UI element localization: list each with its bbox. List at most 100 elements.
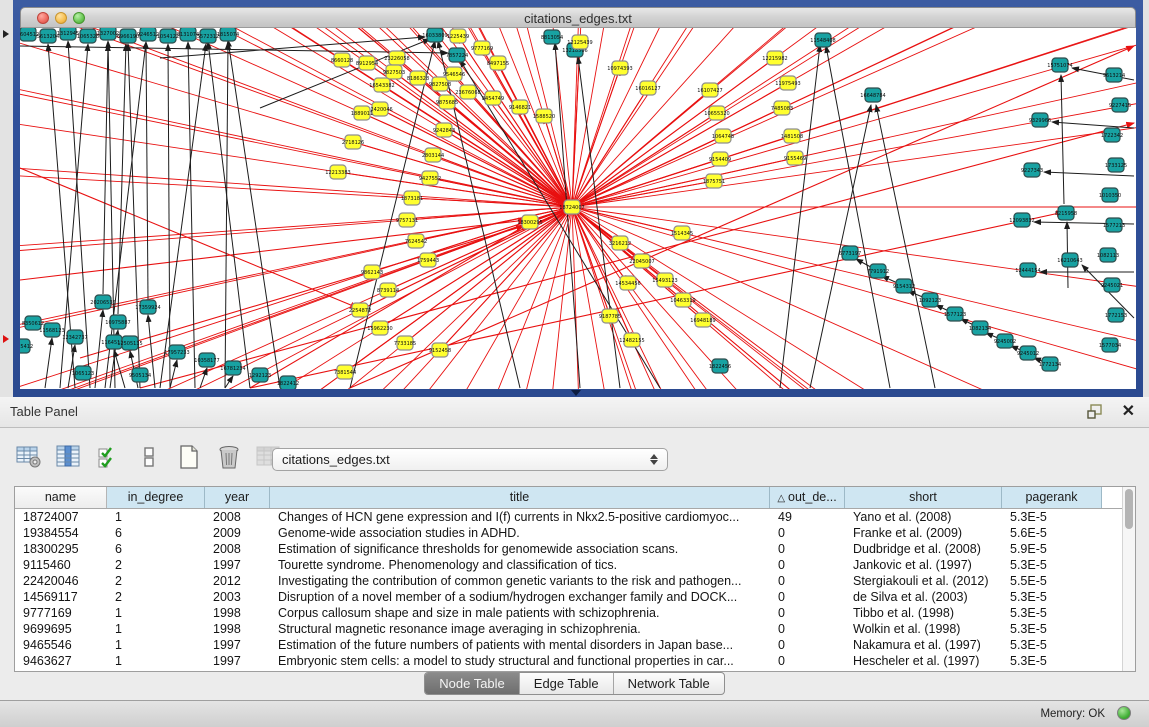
- network-node[interactable]: 9427552: [419, 171, 441, 185]
- table-cell[interactable]: 0: [770, 573, 845, 589]
- table-cell[interactable]: 0: [770, 557, 845, 573]
- network-node[interactable]: 9227343: [1021, 163, 1043, 177]
- table-cell[interactable]: 9463627: [15, 653, 107, 669]
- network-node[interactable]: 9154312: [893, 279, 915, 293]
- network-node[interactable]: 9245002: [994, 334, 1016, 348]
- table-cell[interactable]: de Silva et al. (2003): [845, 589, 1002, 605]
- table-cell[interactable]: 5.3E-5: [1002, 589, 1102, 605]
- network-node[interactable]: 12213383: [325, 165, 350, 179]
- network-node[interactable]: 2718126: [342, 135, 364, 149]
- network-node[interactable]: 1889011: [351, 106, 373, 120]
- row-height-icon[interactable]: [134, 441, 164, 473]
- tab-node-table[interactable]: Node Table: [425, 673, 520, 694]
- column-header-in_degree[interactable]: in_degree: [107, 487, 205, 508]
- network-node[interactable]: 1481508: [781, 129, 803, 143]
- network-node[interactable]: 7733185: [394, 336, 416, 350]
- network-node[interactable]: 9613214: [1103, 68, 1125, 82]
- table-cell[interactable]: 22420046: [15, 573, 107, 589]
- network-node[interactable]: 9329966: [1029, 113, 1051, 127]
- table-cell[interactable]: Franke et al. (2009): [845, 525, 1002, 541]
- table-cell[interactable]: 9777169: [15, 605, 107, 621]
- network-node[interactable]: 9154409: [709, 152, 731, 166]
- network-node[interactable]: 8660128: [331, 53, 353, 67]
- table-cell[interactable]: 0: [770, 605, 845, 621]
- network-node[interactable]: 1772153: [1105, 308, 1127, 322]
- table-row[interactable]: 977716911998Corpus callosum shape and si…: [15, 605, 1122, 621]
- table-cell[interactable]: 0: [770, 541, 845, 557]
- network-node[interactable]: 1577034: [1099, 338, 1121, 352]
- new-column-icon[interactable]: [174, 441, 204, 473]
- network-node[interactable]: 1082134: [969, 321, 991, 335]
- table-cell[interactable]: Changes of HCN gene expression and I(f) …: [270, 509, 770, 525]
- table-cell[interactable]: Structural magnetic resonance image aver…: [270, 621, 770, 637]
- network-node[interactable]: 8912954: [356, 56, 378, 70]
- network-node[interactable]: 9827503: [383, 65, 405, 79]
- column-header-year[interactable]: year: [205, 487, 270, 508]
- network-node[interactable]: 3216212: [609, 236, 631, 250]
- table-cell[interactable]: 2: [107, 589, 205, 605]
- network-node[interactable]: 16016127: [635, 81, 660, 95]
- network-node[interactable]: 6966190: [117, 29, 139, 43]
- table-cell[interactable]: 0: [770, 589, 845, 605]
- network-node[interactable]: 8813054: [541, 30, 563, 44]
- table-cell[interactable]: 2009: [205, 525, 270, 541]
- window-title-bar[interactable]: citations_edges.txt: [20, 7, 1136, 28]
- table-cell[interactable]: 2: [107, 573, 205, 589]
- table-vertical-scrollbar[interactable]: [1122, 487, 1135, 671]
- table-cell[interactable]: 19384554: [15, 525, 107, 541]
- network-node[interactable]: 10975887: [105, 315, 130, 329]
- network-node[interactable]: 8131074: [177, 28, 199, 41]
- show-column-icon[interactable]: [54, 441, 84, 473]
- select-rows-icon[interactable]: [94, 441, 124, 473]
- table-row[interactable]: 1456911722003Disruption of a novel membe…: [15, 589, 1122, 605]
- table-cell[interactable]: 5.3E-5: [1002, 509, 1102, 525]
- network-node[interactable]: 1873181: [401, 191, 423, 205]
- network-node[interactable]: 9862143: [361, 265, 383, 279]
- network-node[interactable]: 2803144: [422, 148, 444, 162]
- column-header-name[interactable]: name: [15, 487, 107, 508]
- table-row[interactable]: 1872400712008Changes of HCN gene express…: [15, 509, 1122, 525]
- network-node[interactable]: 8739114: [377, 283, 399, 297]
- float-panel-icon[interactable]: [1087, 404, 1105, 420]
- table-cell[interactable]: Hescheler et al. (1997): [845, 653, 1002, 669]
- delete-column-icon[interactable]: [214, 441, 244, 473]
- table-cell[interactable]: 1998: [205, 621, 270, 637]
- network-node[interactable]: 15962230: [367, 321, 392, 335]
- table-cell[interactable]: Genome-wide association studies in ADHD.: [270, 525, 770, 541]
- network-node[interactable]: 1327002: [97, 28, 119, 40]
- table-cell[interactable]: 6: [107, 525, 205, 541]
- network-node[interactable]: 12444154: [1015, 263, 1040, 277]
- network-node[interactable]: 9245021: [1101, 278, 1123, 292]
- network-node[interactable]: 9875685: [436, 95, 458, 109]
- table-cell[interactable]: 5.3E-5: [1002, 621, 1102, 637]
- network-node[interactable]: 9155469: [784, 151, 806, 165]
- table-cell[interactable]: Stergiakouli et al. (2012): [845, 573, 1002, 589]
- network-node[interactable]: 1514345: [671, 226, 693, 240]
- network-node[interactable]: 1312945: [57, 28, 79, 40]
- network-node[interactable]: 9187785: [599, 309, 621, 323]
- table-cell[interactable]: 9115460: [15, 557, 107, 573]
- network-node[interactable]: 5613204: [37, 29, 59, 43]
- network-node[interactable]: 6773197: [839, 246, 861, 260]
- table-cell[interactable]: 2008: [205, 541, 270, 557]
- scrollbar-thumb[interactable]: [1125, 489, 1133, 529]
- network-node[interactable]: 1822412: [277, 376, 299, 389]
- network-node[interactable]: 9505134: [129, 368, 151, 382]
- network-node[interactable]: 1292123: [249, 368, 271, 382]
- table-cell[interactable]: Investigating the contribution of common…: [270, 573, 770, 589]
- network-node[interactable]: 1225439: [447, 29, 469, 43]
- network-node[interactable]: 1065328: [77, 29, 99, 43]
- table-cell[interactable]: 1: [107, 605, 205, 621]
- table-cell[interactable]: 5.6E-5: [1002, 525, 1102, 541]
- network-node[interactable]: 12482155: [619, 333, 644, 347]
- table-selector-dropdown[interactable]: citations_edges.txt: [272, 448, 668, 471]
- table-cell[interactable]: 2003: [205, 589, 270, 605]
- network-node[interactable]: 9242843: [433, 123, 455, 137]
- table-cell[interactable]: 0: [770, 653, 845, 669]
- table-cell[interactable]: 1: [107, 509, 205, 525]
- network-node[interactable]: 1065123: [72, 366, 94, 380]
- table-cell[interactable]: Yano et al. (2008): [845, 509, 1002, 525]
- memory-status-indicator[interactable]: [1117, 706, 1131, 720]
- network-node[interactable]: 17359924: [135, 300, 160, 314]
- table-cell[interactable]: 0: [770, 637, 845, 653]
